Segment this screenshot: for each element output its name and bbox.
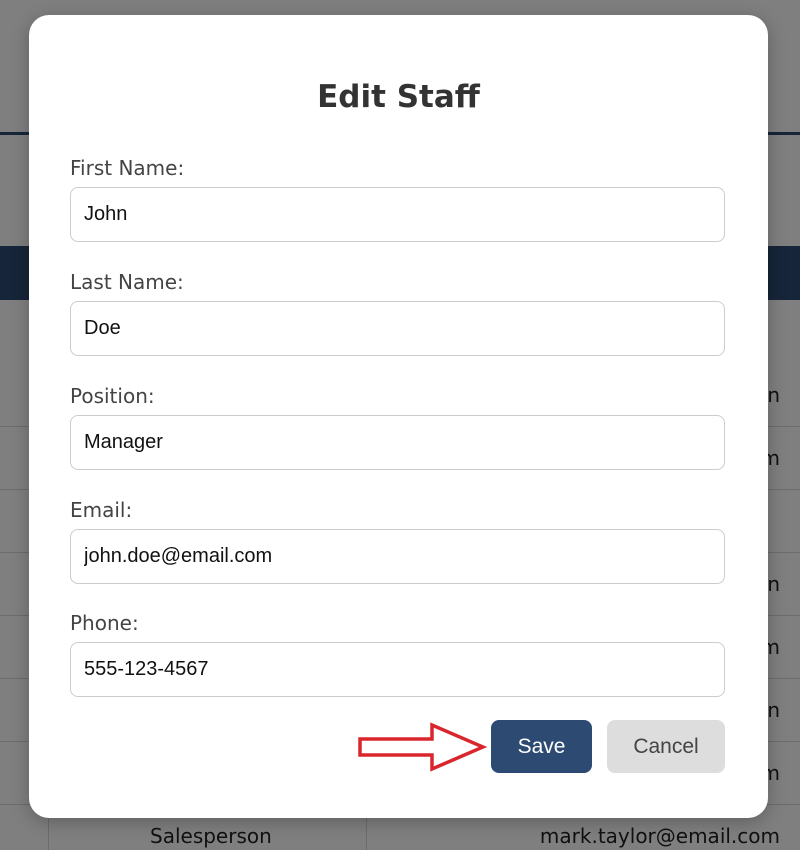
- right-arrow-icon: [358, 722, 487, 772]
- edit-staff-dialog: Edit Staff First Name: Last Name: Positi…: [29, 15, 768, 818]
- cancel-button[interactable]: Cancel: [607, 720, 725, 773]
- phone-input[interactable]: [70, 642, 725, 697]
- first-name-label: First Name:: [70, 156, 185, 180]
- position-label: Position:: [70, 384, 155, 408]
- email-label: Email:: [70, 498, 133, 522]
- phone-label: Phone:: [70, 611, 139, 635]
- last-name-input[interactable]: [70, 301, 725, 356]
- first-name-input[interactable]: [70, 187, 725, 242]
- position-input[interactable]: [70, 415, 725, 470]
- email-input[interactable]: [70, 529, 725, 584]
- save-button[interactable]: Save: [491, 720, 592, 773]
- dialog-title: Edit Staff: [317, 79, 480, 115]
- last-name-label: Last Name:: [70, 270, 184, 294]
